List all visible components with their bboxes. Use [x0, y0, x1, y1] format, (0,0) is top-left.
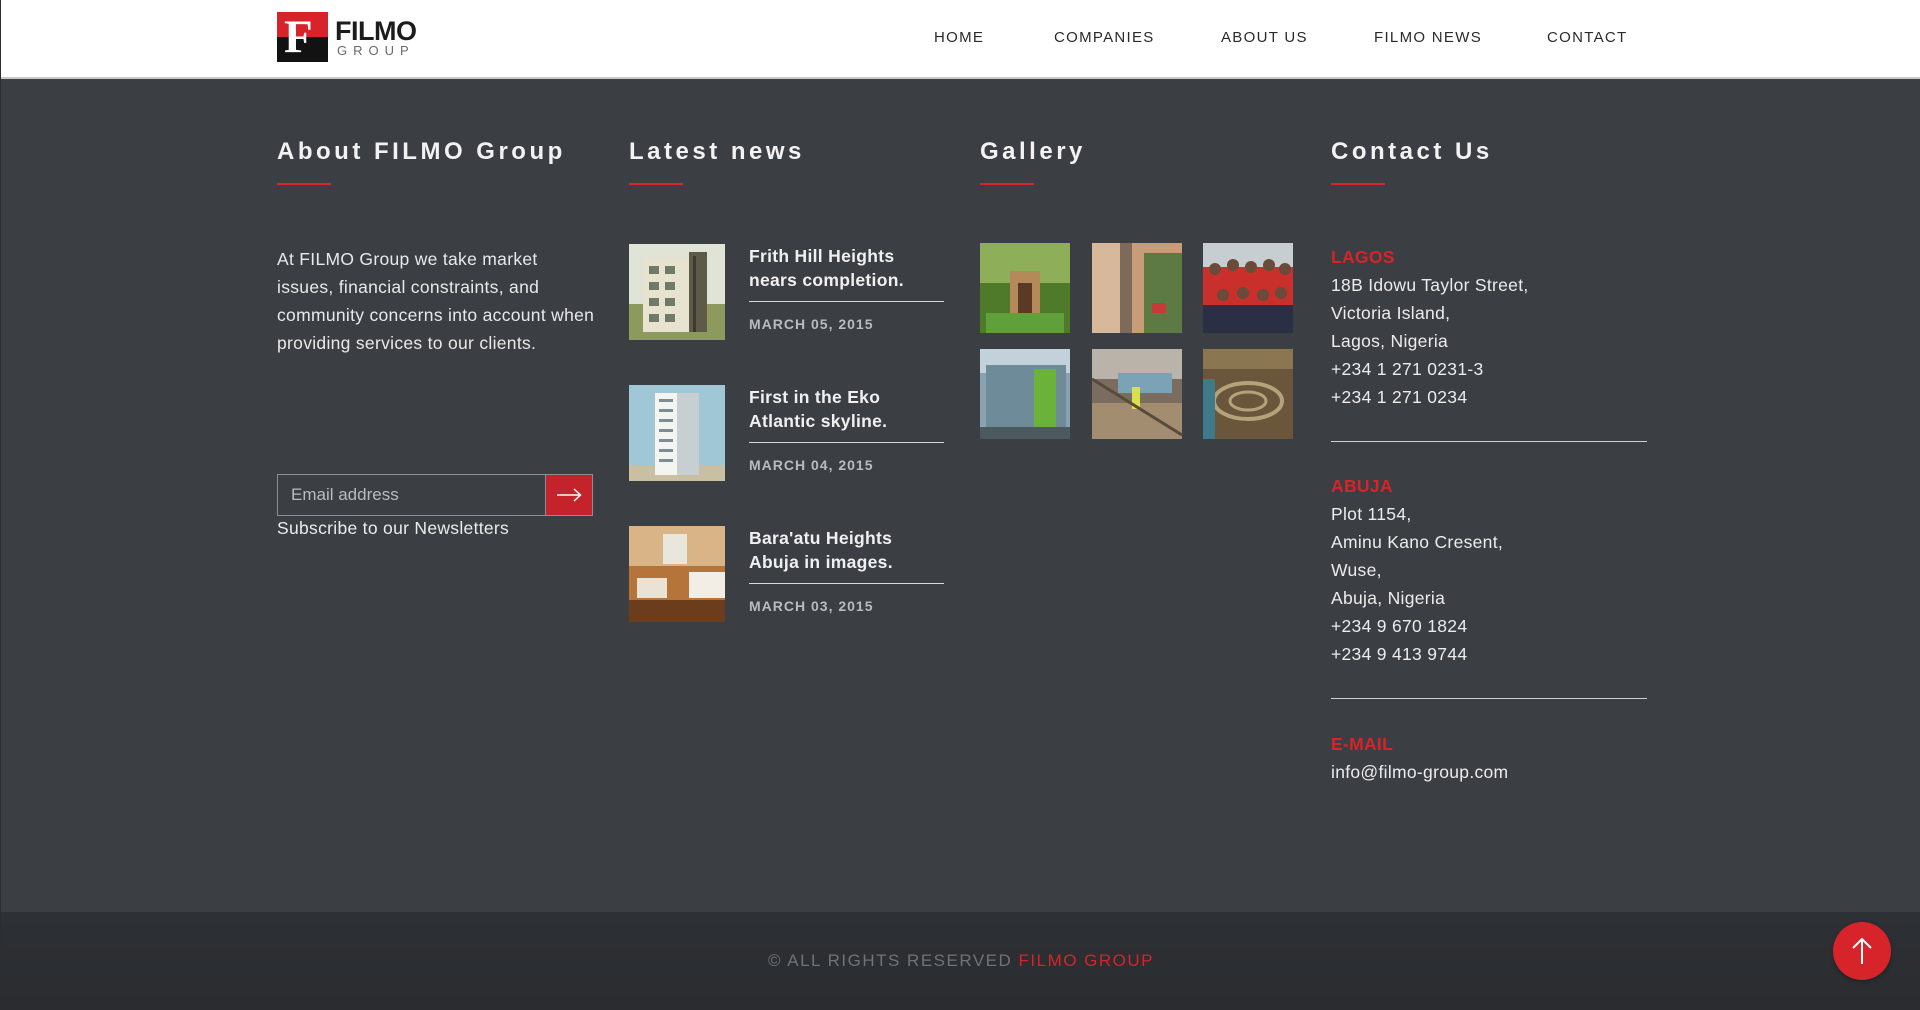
gallery-image[interactable] [980, 349, 1070, 439]
news-item[interactable]: Frith Hill Heights nears completion. MAR… [629, 244, 944, 344]
title-underline [629, 183, 683, 185]
title-underline [1331, 183, 1385, 185]
copyright-text: © ALL RIGHTS RESERVED [767, 951, 1013, 970]
contact-divider [1331, 698, 1647, 699]
phone-number: +234 1 271 0234 [1331, 387, 1468, 407]
address-line: Plot 1154, [1331, 504, 1412, 524]
news-title: Latest news [629, 138, 805, 165]
title-underline [277, 183, 331, 185]
gallery-image[interactable] [1203, 243, 1293, 333]
main-nav: HOME COMPANIES ABOUT US FILMO NEWS CONTA… [1, 29, 1920, 51]
nav-filmo-news[interactable]: FILMO NEWS [1374, 29, 1482, 46]
site-footer: © ALL RIGHTS RESERVED FILMO GROUP [1, 912, 1920, 1010]
address-line: Wuse, [1331, 560, 1382, 580]
phone-number: +234 1 271 0231-3 [1331, 359, 1484, 379]
news-item[interactable]: First in the Eko Atlantic skyline. MARCH… [629, 385, 944, 485]
news-item-title[interactable]: First in the Eko Atlantic skyline. [749, 385, 944, 433]
address-line: Aminu Kano Cresent, [1331, 532, 1504, 552]
arrow-right-icon [557, 488, 582, 502]
news-thumbnail[interactable] [629, 385, 725, 481]
gallery-column: Gallery [980, 138, 1293, 439]
abuja-address: ABUJA Plot 1154, Aminu Kano Cresent, Wus… [1331, 472, 1647, 668]
contact-column: Contact Us LAGOS 18B Idowu Taylor Street… [1331, 138, 1647, 782]
gallery-image[interactable] [1092, 243, 1182, 333]
news-item[interactable]: Bara'atu Heights Abuja in images. MARCH … [629, 526, 944, 626]
news-divider [749, 583, 944, 584]
contact-title: Contact Us [1331, 138, 1493, 165]
email-block: E-MAIL info@filmo-group.com [1331, 730, 1647, 786]
lagos-label: LAGOS [1331, 247, 1395, 267]
email-link[interactable]: info@filmo-group.com [1331, 758, 1647, 786]
news-item-date: MARCH 03, 2015 [749, 598, 874, 614]
news-column: Latest news Frith Hill Heights nears com… [629, 138, 944, 622]
news-item-date: MARCH 05, 2015 [749, 316, 874, 332]
gallery-image[interactable] [980, 243, 1070, 333]
address-line: 18B Idowu Taylor Street, [1331, 275, 1529, 295]
back-to-top-button[interactable] [1833, 922, 1891, 980]
phone-number: +234 9 413 9744 [1331, 644, 1468, 664]
phone-number: +234 9 670 1824 [1331, 616, 1468, 636]
news-thumbnail[interactable] [629, 244, 725, 340]
gallery-image[interactable] [1203, 349, 1293, 439]
news-divider [749, 301, 944, 302]
news-divider [749, 442, 944, 443]
nav-home[interactable]: HOME [934, 29, 984, 46]
news-item-title[interactable]: Bara'atu Heights Abuja in images. [749, 526, 944, 574]
address-line: Abuja, Nigeria [1331, 588, 1446, 608]
gallery-title: Gallery [980, 138, 1086, 165]
newsletter-form [277, 474, 593, 516]
arrow-up-icon [1852, 937, 1872, 964]
email-label: E-MAIL [1331, 734, 1394, 754]
title-underline [980, 183, 1034, 185]
email-input[interactable] [277, 474, 545, 516]
address-line: Victoria Island, [1331, 303, 1451, 323]
subscribe-label: Subscribe to our Newsletters [277, 518, 510, 538]
contact-divider [1331, 441, 1647, 442]
lagos-address: LAGOS 18B Idowu Taylor Street, Victoria … [1331, 243, 1647, 411]
page: F FILMO GROUP HOME COMPANIES ABOUT US FI… [0, 0, 1920, 1010]
news-thumbnail[interactable] [629, 526, 725, 622]
news-item-date: MARCH 04, 2015 [749, 457, 874, 473]
address-line: Lagos, Nigeria [1331, 331, 1449, 351]
site-header: F FILMO GROUP HOME COMPANIES ABOUT US FI… [1, 0, 1920, 79]
nav-about-us[interactable]: ABOUT US [1221, 29, 1308, 46]
nav-contact[interactable]: CONTACT [1547, 29, 1627, 46]
about-title: About FILMO Group [277, 138, 566, 165]
copyright-brand-link[interactable]: FILMO GROUP [1019, 951, 1155, 970]
nav-companies[interactable]: COMPANIES [1054, 29, 1155, 46]
about-column: About FILMO Group At FILMO Group we take… [277, 138, 594, 538]
copyright: © ALL RIGHTS RESERVED FILMO GROUP [1, 951, 1920, 971]
about-text: At FILMO Group we take market issues, fi… [277, 249, 595, 353]
gallery-image[interactable] [1092, 349, 1182, 439]
subscribe-submit-button[interactable] [545, 474, 593, 516]
news-item-title[interactable]: Frith Hill Heights nears completion. [749, 244, 944, 292]
abuja-label: ABUJA [1331, 476, 1393, 496]
